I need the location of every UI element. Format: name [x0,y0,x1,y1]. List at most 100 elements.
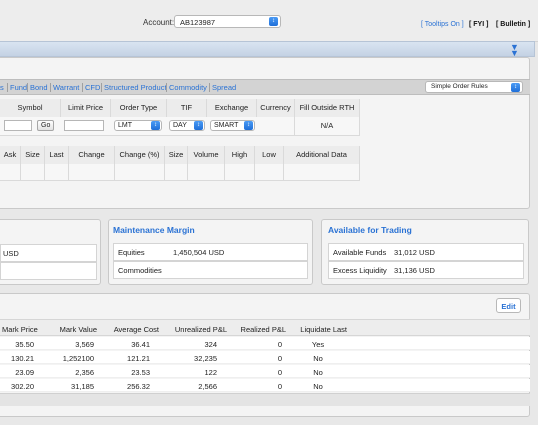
cell-liquidate-last: Yes [311,340,325,349]
cell-liquidate-last: No [313,382,323,391]
cell-average-cost: 121.21 [127,354,150,363]
tab-commodity[interactable]: Commodity [169,83,207,92]
exchange-value: SMART [214,122,239,129]
tab-spread[interactable]: Spread [212,83,236,92]
select-arrows-icon: ↕ [269,17,278,26]
balance-value: USD [3,249,19,258]
tab-divider [209,83,210,92]
cell-mark-price: 130.21 [11,354,34,363]
fyi-link[interactable]: [ FYI ] [469,21,488,28]
tab-warrant[interactable]: Warrant [53,83,79,92]
col-unrealized-pl: Unrealized P&L [174,325,227,334]
collapse-icon[interactable]: ▼ ▼ [510,43,519,58]
col-size: Size [21,146,45,164]
col-high: High [225,146,255,164]
cell-mark-price: 302.20 [11,382,34,391]
tab-divider [27,83,28,92]
order-rules-value: Simple Order Rules [431,83,488,90]
col-low: Low [255,146,284,164]
edit-button[interactable]: Edit [496,298,521,313]
cell-mark-price: 35.50 [15,340,34,349]
cell-realized-pl: 0 [277,382,282,391]
cell-liquidate-last: No [313,368,323,377]
bulletin-link[interactable]: [ Bulletin ] [496,21,530,28]
select-arrows-icon: ↕ [244,121,253,130]
limit-price-input[interactable] [64,120,104,131]
available-row: Excess Liquidity 31,136 USD [328,261,524,279]
col-additional-data: Additional Data [284,146,360,164]
order-entry-header [0,41,535,57]
cell-unrealized-pl: 122 [204,368,217,377]
quote-row [0,164,360,181]
tab-divider [50,83,51,92]
select-arrows-icon: ↕ [194,121,203,130]
quote-columns-header: Ask Size Last Change Change (%) Size Vol… [0,146,360,164]
cell-realized-pl: 0 [277,340,282,349]
tab-stocks[interactable]: s [0,83,4,92]
cell-average-cost: 36.41 [131,340,150,349]
account-select[interactable]: AB123987 ↕ [174,15,281,28]
cell-mark-value: 2,356 [75,368,94,377]
cell-mark-value: 1,252100 [62,354,94,363]
col-change-pct: Change (%) [115,146,165,164]
exchange-select[interactable]: SMART ↕ [210,120,255,131]
cell-unrealized-pl: 324 [204,340,217,349]
col-mark-value: Mark Value [59,325,97,334]
order-type-select[interactable]: LMT ↕ [114,120,162,131]
cell-mark-value: 3,569 [75,340,94,349]
positions-header: Mark Price Mark Value Average Cost Unrea… [0,319,530,336]
order-rules-select[interactable]: Simple Order Rules ↕ [425,81,523,93]
fill-outside-value: N/A [295,117,360,135]
position-row[interactable]: 35.50 3,569 36.41 324 0 Yes [0,337,530,350]
cell-average-cost: 256.32 [127,382,150,391]
margin-row-label: Commodities [118,266,162,275]
tab-divider [166,83,167,92]
margin-row-label: Equities [118,248,145,257]
tif-select[interactable]: DAY ↕ [169,120,205,131]
tooltips-link[interactable]: [ Tooltips On ] [421,21,464,28]
col-currency: Currency [257,99,295,117]
symbol-input[interactable] [4,120,32,131]
col-average-cost: Average Cost [113,325,159,334]
col-tif: TIF [167,99,207,117]
col-volume: Volume [188,146,225,164]
cell-unrealized-pl: 2,566 [198,382,217,391]
top-bar: Account: AB123987 ↕ [ Tooltips On ] [ FY… [0,0,538,42]
position-row[interactable]: 130.21 1,252100 121.21 32,235 0 No [0,351,530,364]
account-value: AB123987 [180,18,216,27]
available-row-label: Excess Liquidity [333,266,387,275]
tab-structured-product[interactable]: Structured Product [104,83,167,92]
cell-liquidate-last: No [313,354,323,363]
col-ask: Ask [0,146,21,164]
position-row[interactable]: 23.09 2,356 23.53 122 0 No [0,365,530,378]
select-arrows-icon: ↕ [511,83,520,92]
tab-bond[interactable]: Bond [30,83,48,92]
available-row: Available Funds 31,012 USD [328,243,524,261]
tab-divider [101,83,102,92]
positions-footer [0,393,530,406]
tab-divider [7,83,8,92]
col-limit-price: Limit Price [61,99,111,117]
cell-average-cost: 23.53 [131,368,150,377]
col-liquidate-last: Liquidate Last [300,325,347,334]
col-symbol: Symbol [0,99,61,117]
tab-divider [82,83,83,92]
tab-fund[interactable]: Fund [10,83,27,92]
position-row[interactable]: 302.20 31,185 256.32 2,566 0 No [0,379,530,392]
currency-cell [257,117,295,135]
cell-mark-value: 31,185 [71,382,94,391]
available-row-value: 31,136 USD [394,266,435,275]
cell-mark-price: 23.09 [15,368,34,377]
col-order-type: Order Type [111,99,167,117]
order-input-row: Go LMT ↕ DAY ↕ SMART ↕ N/A [0,117,360,136]
col-fill-outside-rth: Fill Outside RTH [295,99,360,117]
col-mark-price: Mark Price [2,325,38,334]
select-arrows-icon: ↕ [151,121,160,130]
cell-realized-pl: 0 [277,368,282,377]
cell-unrealized-pl: 32,235 [194,354,217,363]
margin-row: Commodities [113,261,308,279]
order-columns-header: Symbol Limit Price Order Type TIF Exchan… [0,99,360,117]
tab-cfd[interactable]: CFD [85,83,100,92]
col-last: Last [45,146,69,164]
go-button[interactable]: Go [37,120,55,131]
